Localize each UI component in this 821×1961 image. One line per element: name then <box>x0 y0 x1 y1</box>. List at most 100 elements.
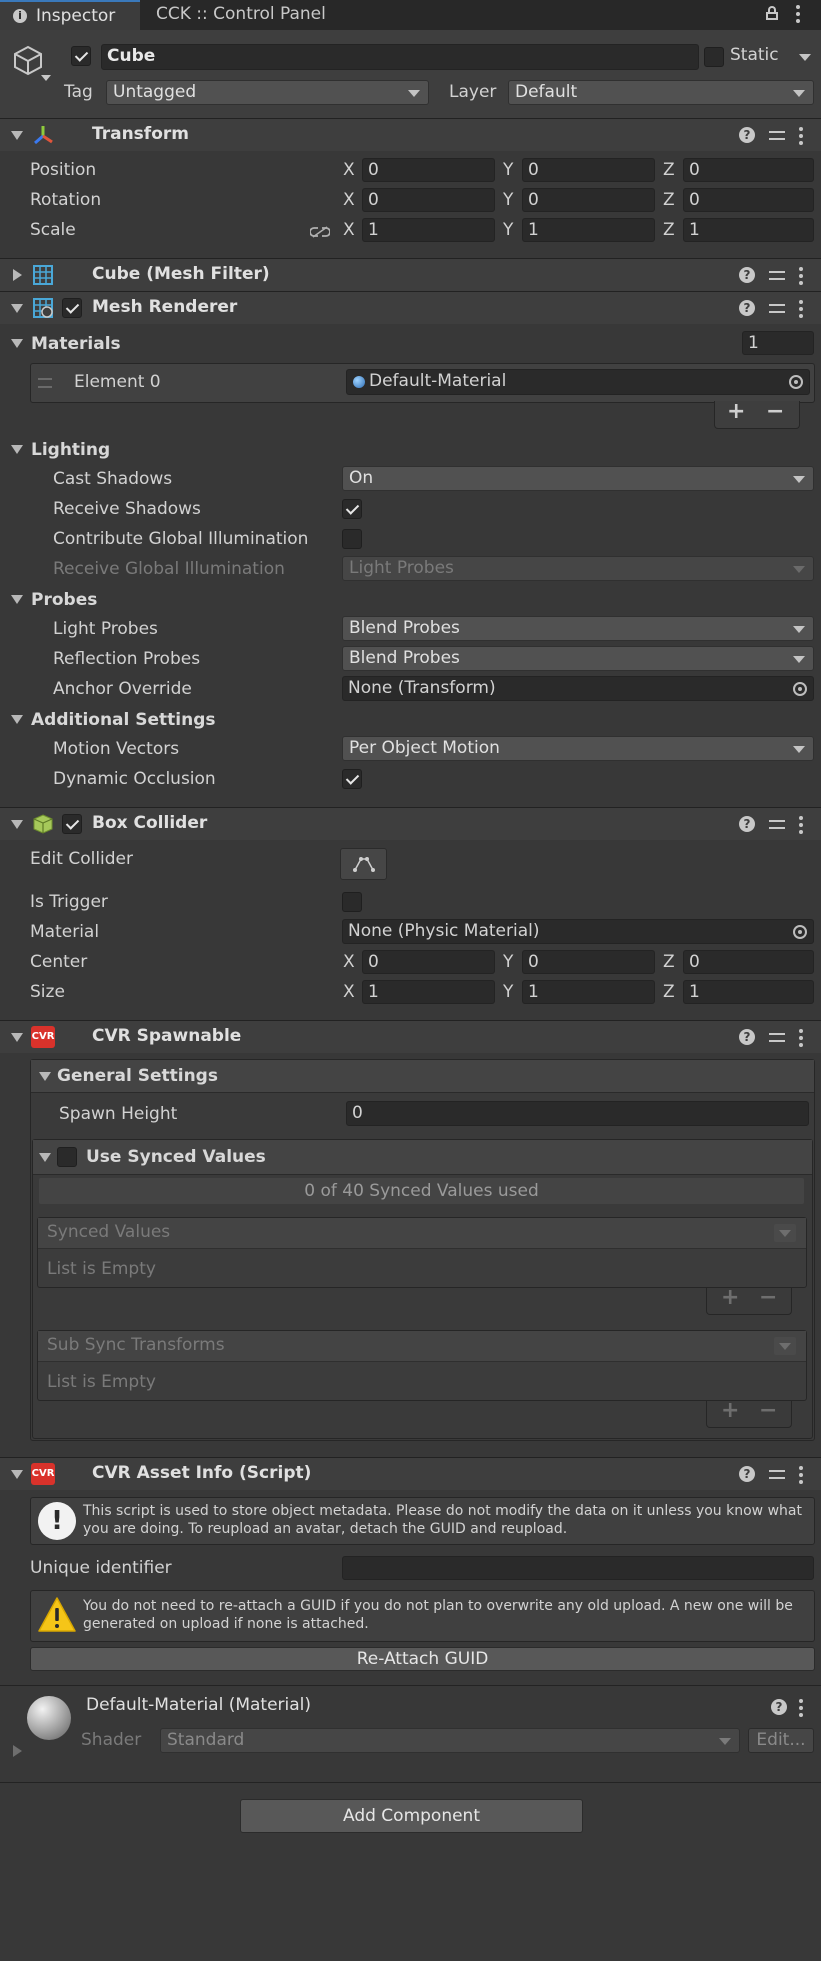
add-component-button[interactable]: Add Component <box>240 1799 583 1833</box>
shader-dropdown[interactable]: Standard <box>160 1728 740 1753</box>
cvr-spawnable-header[interactable]: CVR CVR Spawnable ? <box>0 1020 821 1053</box>
foldout-expanded-icon[interactable] <box>11 1033 23 1042</box>
position-y-field[interactable]: 0 <box>522 158 655 182</box>
foldout-expanded-icon[interactable] <box>11 131 23 140</box>
anchor-override-field[interactable]: None (Transform) <box>342 676 814 701</box>
foldout-expanded-icon[interactable] <box>11 304 23 313</box>
tag-dropdown[interactable]: Untagged <box>106 80 429 105</box>
contribute-gi-checkbox[interactable] <box>342 529 362 549</box>
edit-collider-button[interactable] <box>340 848 387 880</box>
reflection-probes-dropdown[interactable]: Blend Probes <box>342 646 814 671</box>
rotation-z-field[interactable]: 0 <box>683 188 814 212</box>
constrain-proportions-icon[interactable] <box>309 223 331 238</box>
presets-icon[interactable] <box>769 300 785 316</box>
presets-icon[interactable] <box>769 1466 785 1482</box>
shader-edit-button[interactable]: Edit... <box>748 1728 814 1753</box>
object-picker-icon[interactable] <box>793 682 807 696</box>
presets-icon[interactable] <box>769 127 785 143</box>
tab-control-panel[interactable]: CCK :: Control Panel <box>140 0 360 30</box>
foldout-expanded-icon[interactable] <box>39 1153 51 1162</box>
position-z-field[interactable]: 0 <box>683 158 814 182</box>
synced-values-dropdown-icon[interactable] <box>774 1224 796 1242</box>
help-icon[interactable]: ? <box>739 1466 755 1482</box>
mesh-filter-header[interactable]: Cube (Mesh Filter) ? <box>0 258 821 291</box>
tab-menu-icon[interactable] <box>796 5 800 25</box>
help-icon[interactable]: ? <box>771 1699 787 1715</box>
remove-synced-value-button[interactable]: − <box>759 1285 777 1310</box>
cast-shadows-dropdown[interactable]: On <box>342 466 814 491</box>
help-icon[interactable]: ? <box>739 267 755 283</box>
mesh-renderer-header[interactable]: Mesh Renderer ? <box>0 291 821 324</box>
presets-icon[interactable] <box>769 267 785 283</box>
light-probes-dropdown[interactable]: Blend Probes <box>342 616 814 641</box>
material-foldout-icon[interactable] <box>13 1745 22 1757</box>
foldout-expanded-icon[interactable] <box>39 1072 51 1081</box>
component-menu-icon[interactable] <box>799 1699 803 1703</box>
dynamic-occlusion-checkbox[interactable] <box>342 769 362 789</box>
rotation-x-field[interactable]: 0 <box>362 188 495 212</box>
help-icon[interactable]: ? <box>739 127 755 143</box>
object-picker-icon[interactable] <box>793 925 807 939</box>
spawn-height-field[interactable]: 0 <box>346 1101 809 1126</box>
static-checkbox[interactable] <box>704 47 724 67</box>
drag-handle-icon[interactable] <box>38 378 52 388</box>
reattach-guid-button[interactable]: Re-Attach GUID <box>30 1647 815 1671</box>
layer-dropdown[interactable]: Default <box>508 80 814 105</box>
motion-vectors-dropdown[interactable]: Per Object Motion <box>342 736 814 761</box>
use-synced-values-checkbox[interactable] <box>57 1147 77 1167</box>
object-picker-icon[interactable] <box>789 375 803 389</box>
materials-count-field[interactable]: 1 <box>742 331 814 355</box>
help-icon[interactable]: ? <box>739 300 755 316</box>
rotation-y-field[interactable]: 0 <box>522 188 655 212</box>
transform-header[interactable]: Transform ? <box>0 118 821 151</box>
add-sub-sync-button[interactable]: + <box>721 1398 739 1423</box>
component-menu-icon[interactable] <box>799 814 803 834</box>
presets-icon[interactable] <box>769 1029 785 1045</box>
component-menu-icon[interactable] <box>799 265 803 285</box>
component-menu-icon[interactable] <box>799 1027 803 1047</box>
help-icon[interactable]: ? <box>739 816 755 832</box>
general-settings-header[interactable]: General Settings <box>31 1060 814 1093</box>
component-menu-icon[interactable] <box>799 298 803 318</box>
add-synced-value-button[interactable]: + <box>721 1285 739 1310</box>
component-menu-icon[interactable] <box>799 1464 803 1484</box>
lock-icon[interactable] <box>766 6 778 20</box>
foldout-expanded-icon[interactable] <box>11 820 23 829</box>
foldout-collapsed-icon[interactable] <box>13 269 22 281</box>
center-y-field[interactable]: 0 <box>522 950 655 974</box>
sub-sync-dropdown-icon[interactable] <box>774 1337 796 1355</box>
cvr-asset-info-header[interactable]: CVR CVR Asset Info (Script) ? <box>0 1457 821 1490</box>
center-x-field[interactable]: 0 <box>362 950 495 974</box>
object-active-checkbox[interactable] <box>71 46 91 66</box>
material-preview-sphere[interactable] <box>27 1696 71 1740</box>
unique-identifier-field[interactable] <box>342 1556 814 1580</box>
element0-field[interactable]: Default-Material <box>346 369 810 395</box>
size-y-field[interactable]: 1 <box>522 980 655 1004</box>
static-dropdown-icon[interactable] <box>799 54 811 61</box>
object-icon-dropdown[interactable] <box>41 75 51 81</box>
help-icon[interactable]: ? <box>739 1029 755 1045</box>
lighting-foldout-icon[interactable] <box>11 445 23 454</box>
materials-foldout-icon[interactable] <box>11 339 23 348</box>
presets-icon[interactable] <box>769 816 785 832</box>
remove-sub-sync-button[interactable]: − <box>759 1398 777 1423</box>
mesh-renderer-enabled-checkbox[interactable] <box>62 298 82 318</box>
collider-material-field[interactable]: None (Physic Material) <box>342 919 814 944</box>
is-trigger-checkbox[interactable] <box>342 892 362 912</box>
use-synced-values-header[interactable]: Use Synced Values <box>33 1140 812 1175</box>
scale-x-field[interactable]: 1 <box>362 218 495 242</box>
size-x-field[interactable]: 1 <box>362 980 495 1004</box>
tab-inspector[interactable]: i Inspector <box>0 0 140 30</box>
component-menu-icon[interactable] <box>799 125 803 145</box>
scale-y-field[interactable]: 1 <box>522 218 655 242</box>
additional-settings-foldout-icon[interactable] <box>11 715 23 724</box>
box-collider-header[interactable]: Box Collider ? <box>0 807 821 840</box>
foldout-expanded-icon[interactable] <box>11 1470 23 1479</box>
size-z-field[interactable]: 1 <box>683 980 814 1004</box>
remove-element-button[interactable]: − <box>766 399 784 424</box>
probes-foldout-icon[interactable] <box>11 595 23 604</box>
center-z-field[interactable]: 0 <box>683 950 814 974</box>
receive-shadows-checkbox[interactable] <box>342 499 362 519</box>
object-name-field[interactable]: Cube <box>101 44 699 70</box>
position-x-field[interactable]: 0 <box>362 158 495 182</box>
